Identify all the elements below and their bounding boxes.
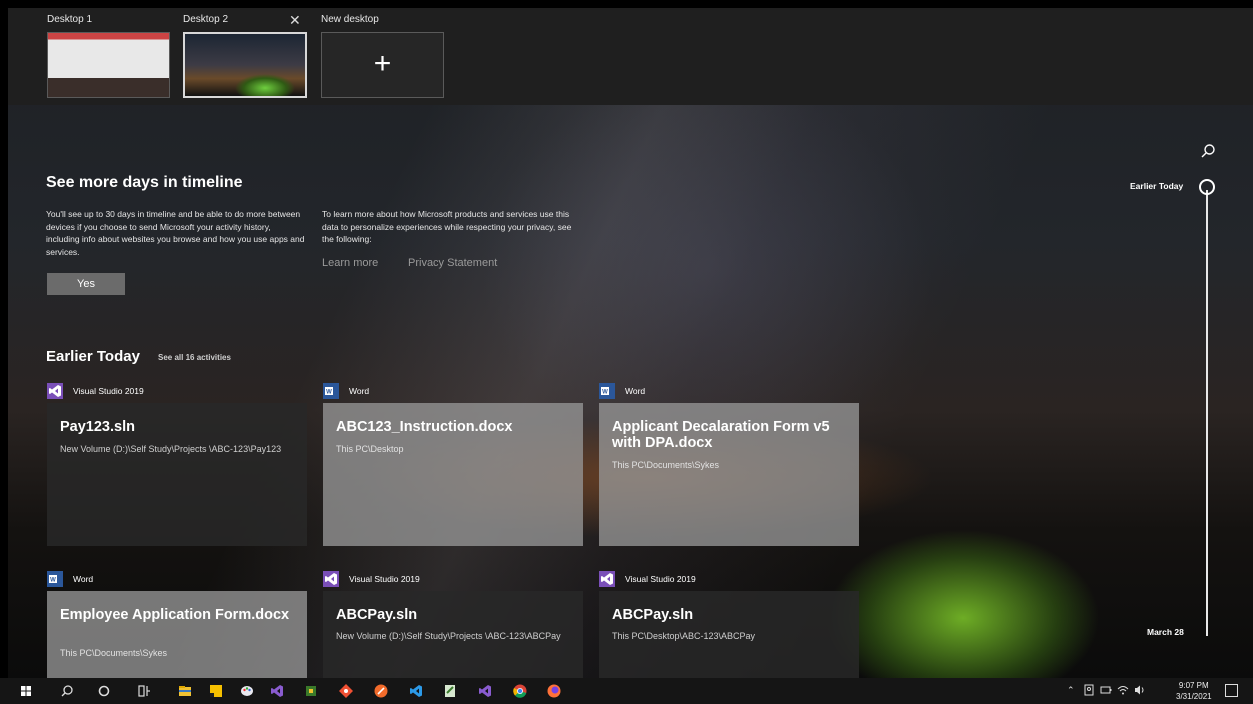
- git-icon[interactable]: [338, 683, 354, 699]
- see-all-activities-link[interactable]: See all 16 activities: [158, 353, 231, 362]
- banner-left-text: You'll see up to 30 days in timeline and…: [46, 209, 305, 257]
- app-name: Visual Studio 2019: [625, 574, 696, 584]
- activity-card[interactable]: Applicant Decalaration Form v5 with DPA.…: [599, 403, 859, 546]
- search-icon[interactable]: [59, 683, 75, 699]
- paint-icon[interactable]: [239, 683, 255, 699]
- timeline-track[interactable]: [1206, 190, 1208, 636]
- sticky-notes-icon[interactable]: [208, 683, 224, 699]
- battery-icon[interactable]: [1100, 684, 1112, 696]
- word-icon: W: [599, 383, 615, 399]
- visual-studio-icon: [47, 383, 63, 399]
- task-view-icon[interactable]: [136, 683, 152, 699]
- svg-text:W: W: [602, 390, 608, 396]
- visual-studio-icon: [323, 571, 339, 587]
- card-path: New Volume (D:)\Self Study\Projects \ABC…: [336, 631, 561, 641]
- word-icon: W: [323, 383, 339, 399]
- timeline-label-march-28[interactable]: March 28: [1147, 627, 1184, 637]
- chrome-icon[interactable]: [512, 683, 528, 699]
- timeline-position-indicator[interactable]: [1199, 179, 1215, 195]
- close-icon[interactable]: ✕: [289, 12, 301, 29]
- search-icon[interactable]: [1200, 143, 1216, 159]
- timeline-screen: Desktop 1 Desktop 2 ✕ New desktop + See …: [0, 0, 1253, 704]
- desktop-1-label: Desktop 1: [47, 14, 93, 25]
- taskbar: ⌃ 9:07 PM 3/31/2021: [0, 678, 1253, 704]
- notepad-icon[interactable]: [442, 683, 458, 699]
- app-name: Visual Studio 2019: [73, 386, 144, 396]
- app-icon[interactable]: [373, 683, 389, 699]
- activity-card[interactable]: ABCPay.sln New Volume (D:)\Self Study\Pr…: [323, 591, 583, 678]
- vscode-icon[interactable]: [408, 683, 424, 699]
- banner-title: See more days in timeline: [46, 174, 243, 191]
- card-title: ABCPay.sln: [336, 607, 418, 623]
- card-title: Employee Application Form.docx: [60, 607, 290, 623]
- app-name: Word: [73, 574, 94, 584]
- visual-studio-icon: [599, 571, 615, 587]
- timeline-label-earlier-today[interactable]: Earlier Today: [1130, 181, 1183, 191]
- app-name: Visual Studio 2019: [349, 574, 420, 584]
- svg-text:W: W: [326, 390, 332, 396]
- card-title: Pay123.sln: [60, 419, 135, 435]
- wifi-icon[interactable]: [1117, 684, 1129, 696]
- clock-time: 9:07 PM: [1178, 681, 1209, 690]
- app-name: Word: [349, 386, 370, 396]
- card-path: This PC\Documents\Sykes: [612, 460, 720, 470]
- firefox-icon[interactable]: [546, 683, 562, 699]
- card-title: Applicant Decalaration Form v5 with DPA.…: [612, 419, 830, 451]
- yes-button[interactable]: Yes: [47, 273, 125, 295]
- card-title: ABCPay.sln: [612, 607, 694, 623]
- new-desktop-button[interactable]: +: [321, 32, 444, 98]
- banner-right-text: To learn more about how Microsoft produc…: [322, 209, 572, 244]
- app-name: Word: [625, 386, 646, 396]
- activity-card[interactable]: ABC123_Instruction.docx This PC\Desktop: [323, 403, 583, 546]
- desktop-2-thumbnail[interactable]: [183, 32, 307, 98]
- desktop-2-label: Desktop 2: [183, 14, 229, 25]
- desktop-1-thumbnail[interactable]: [47, 32, 170, 98]
- learn-more-link[interactable]: Learn more: [322, 257, 378, 269]
- file-explorer-icon[interactable]: [177, 683, 193, 699]
- privacy-statement-link[interactable]: Privacy Statement: [408, 257, 497, 269]
- visual-studio-icon[interactable]: [269, 683, 285, 699]
- clock-date: 3/31/2021: [1176, 692, 1212, 701]
- card-path: New Volume (D:)\Self Study\Projects \ABC…: [60, 444, 282, 454]
- word-icon: W: [47, 571, 63, 587]
- card-path: This PC\Desktop: [336, 444, 404, 454]
- plus-icon: +: [373, 47, 392, 80]
- cortana-icon[interactable]: [96, 683, 112, 699]
- chevron-up-icon[interactable]: ⌃: [1067, 685, 1075, 696]
- svg-text:W: W: [50, 578, 56, 584]
- volume-icon[interactable]: [1134, 684, 1146, 696]
- card-path: This PC\Desktop\ABC-123\ABCPay: [612, 631, 756, 641]
- clock[interactable]: 9:07 PM 3/31/2021: [1176, 680, 1212, 702]
- notification-center-icon[interactable]: [1225, 684, 1238, 697]
- activity-card[interactable]: Pay123.sln New Volume (D:)\Self Study\Pr…: [47, 403, 307, 546]
- new-desktop-label: New desktop: [321, 14, 379, 25]
- start-icon[interactable]: [18, 683, 34, 699]
- card-title: ABC123_Instruction.docx: [336, 419, 513, 435]
- device-icon[interactable]: [1083, 684, 1095, 696]
- app-icon[interactable]: [303, 683, 319, 699]
- activity-card[interactable]: Employee Application Form.docx This PC\D…: [47, 591, 307, 678]
- activity-card[interactable]: ABCPay.sln This PC\Desktop\ABC-123\ABCPa…: [599, 591, 859, 678]
- visual-studio-icon[interactable]: [477, 683, 493, 699]
- section-title: Earlier Today: [46, 348, 140, 365]
- card-path: This PC\Documents\Sykes: [60, 648, 168, 658]
